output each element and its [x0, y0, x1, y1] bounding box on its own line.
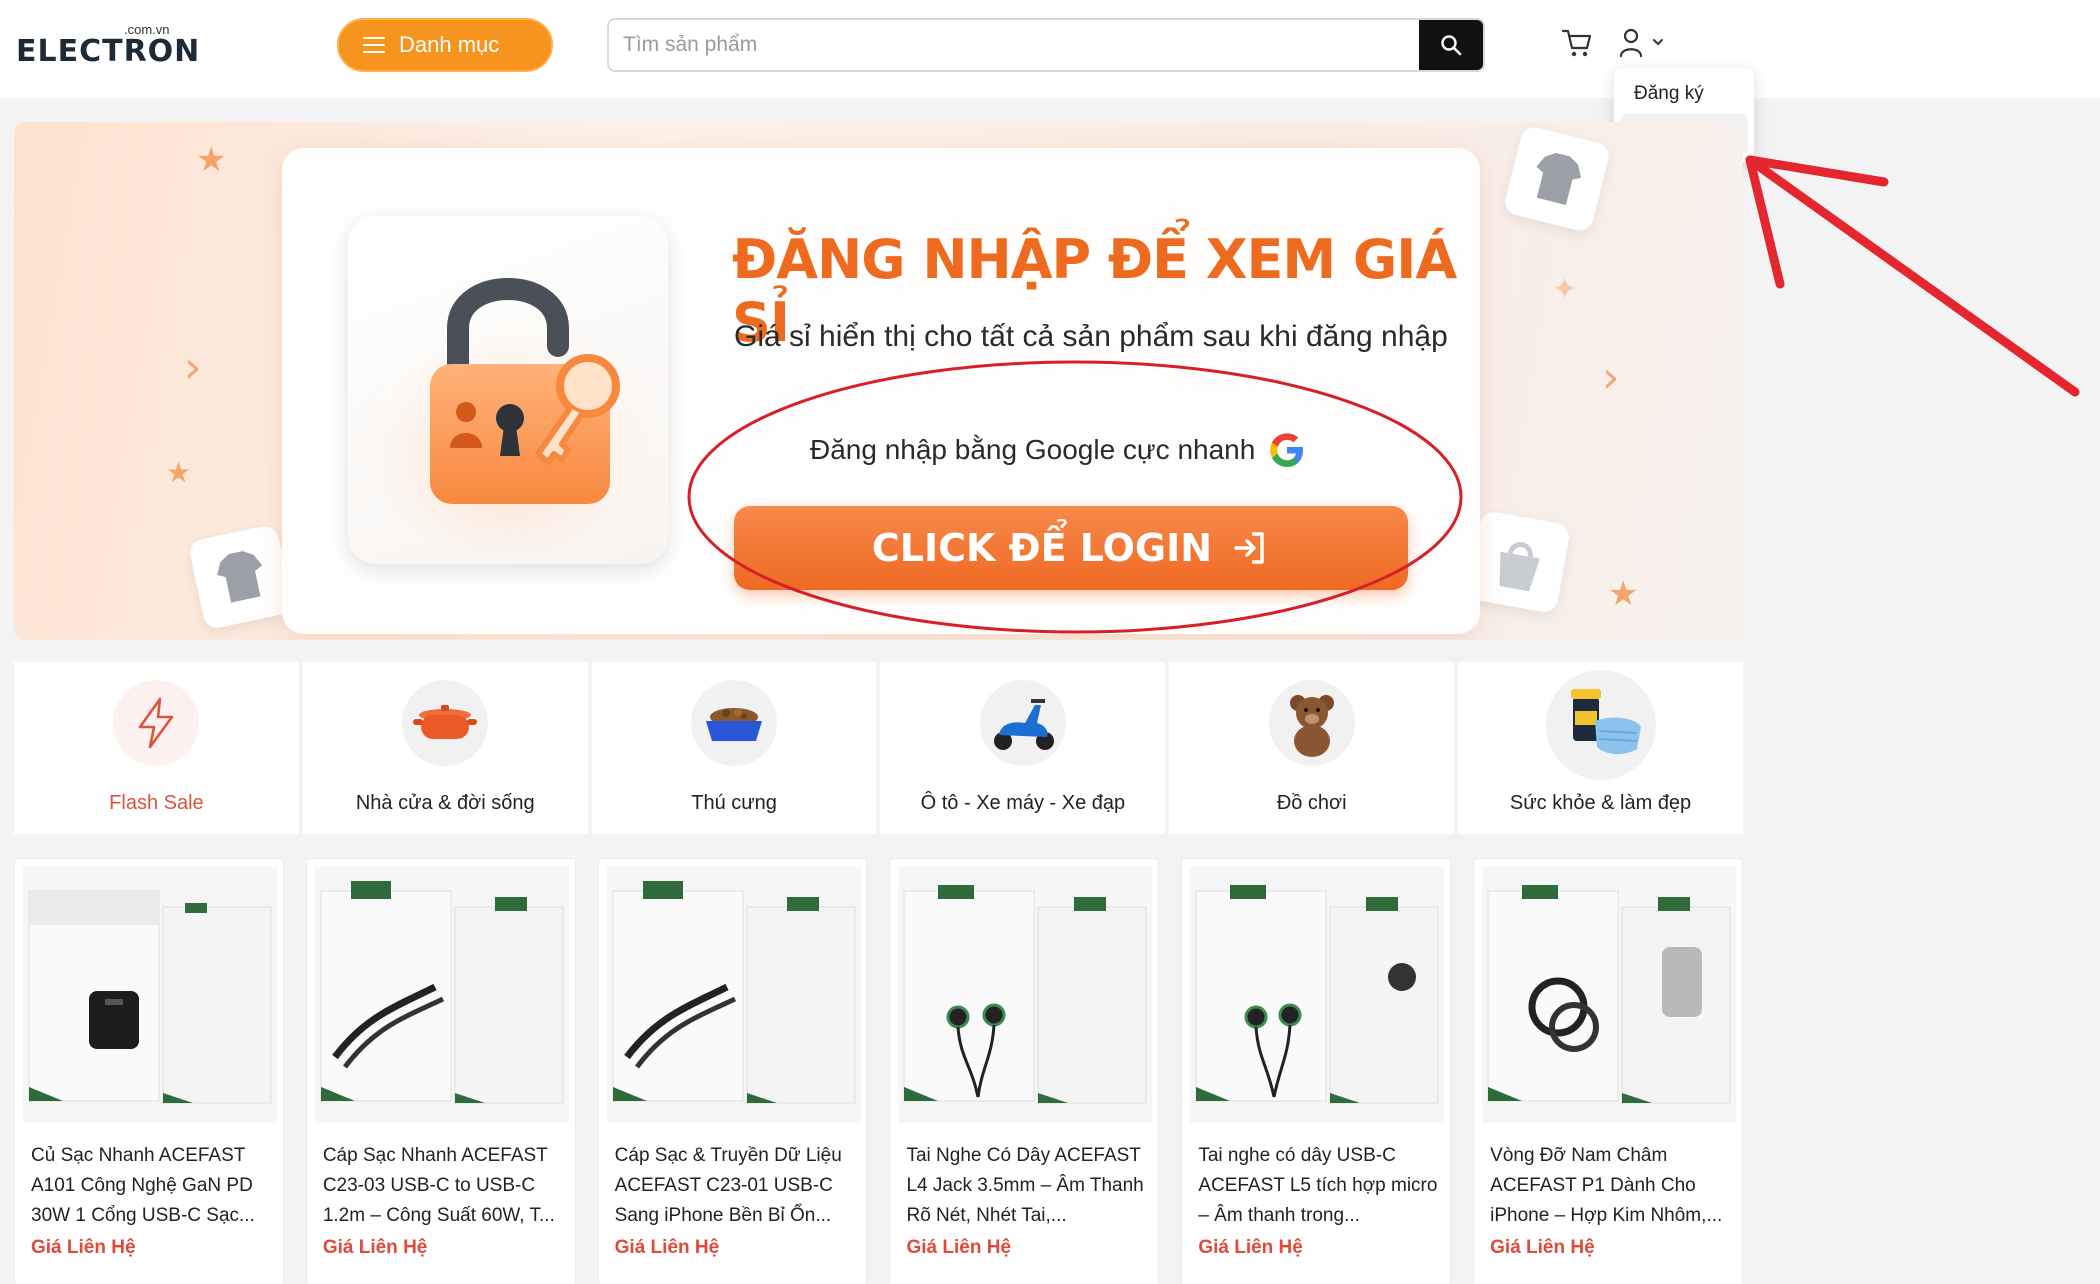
pointer-arrow: [1745, 155, 2080, 397]
product-name[interactable]: Cáp Sạc Nhanh ACEFAST C23-03 USB-C to US…: [323, 1141, 563, 1231]
search-icon: [1441, 35, 1462, 56]
tshirt-tile-icon: [187, 523, 295, 631]
health-icon: [1545, 670, 1656, 780]
search-bar: [607, 18, 1485, 72]
category-bar: Flash Sale Nhà cửa & đời sống Thú cưng Ô…: [14, 662, 1743, 834]
menu-icon: [363, 37, 385, 53]
product-name[interactable]: Cáp Sạc & Truyền Dữ Liệu ACEFAST C23-01 …: [615, 1141, 855, 1231]
star-decor-icon: ★: [196, 141, 227, 179]
teddy-bear-icon: [1268, 680, 1355, 766]
product-grid: Củ Sạc Nhanh ACEFAST A101 Công Nghệ GaN …: [14, 858, 1743, 1284]
star-decor-icon: ★: [166, 457, 192, 488]
category-menu-label: Danh mục: [399, 32, 500, 57]
cart-icon[interactable]: [1560, 26, 1594, 60]
bag-tile-icon: [1466, 509, 1572, 615]
product-name[interactable]: Củ Sạc Nhanh ACEFAST A101 Công Nghệ GaN …: [31, 1141, 271, 1231]
search-button[interactable]: [1419, 20, 1483, 70]
product-price: Giá Liên Hệ: [1198, 1237, 1303, 1258]
category-vehicles[interactable]: Ô tô - Xe máy - Xe đạp: [880, 662, 1166, 834]
product-name[interactable]: Tai nghe có dây USB-C ACEFAST L5 tích hợ…: [1198, 1141, 1438, 1231]
click-to-login-button[interactable]: CLICK ĐỂ LOGIN: [734, 506, 1408, 590]
product-image[interactable]: [1482, 867, 1737, 1123]
login-button-label: CLICK ĐỂ LOGIN: [871, 526, 1213, 570]
tshirt-tile-icon: [1502, 124, 1612, 234]
category-home-living[interactable]: Nhà cửa & đời sống: [302, 662, 588, 834]
product-image[interactable]: [606, 867, 861, 1123]
banner-subtitle: Giá sỉ hiển thị cho tất cả sản phẩm sau …: [734, 320, 1448, 353]
chevron-left-decor-icon: ›: [184, 342, 202, 393]
category-menu-button[interactable]: Danh mục: [337, 18, 553, 72]
category-health-beauty[interactable]: Sức khỏe & làm đẹp: [1458, 662, 1743, 834]
category-label: Ô tô - Xe máy - Xe đạp: [920, 792, 1126, 814]
sparkle-decor-icon: ✦: [1552, 273, 1578, 306]
logo-text: ELECTRON: [16, 34, 201, 69]
category-toys[interactable]: Đồ chơi: [1169, 662, 1455, 834]
product-price: Giá Liên Hệ: [614, 1237, 720, 1258]
product-price: Giá Liên Hệ: [31, 1237, 136, 1258]
category-label: Sức khỏe & làm đẹp: [1509, 792, 1692, 814]
google-login-text: Đăng nhập bằng Google cực nhanh: [282, 430, 1480, 470]
category-label: Flash Sale: [109, 792, 204, 814]
pot-icon: [402, 680, 489, 766]
product-name[interactable]: Tai Nghe Có Dây ACEFAST L4 Jack 3.5mm – …: [906, 1141, 1146, 1231]
chevron-right-decor-icon: ›: [1602, 352, 1620, 403]
product-price: Giá Liên Hệ: [1490, 1237, 1595, 1258]
chevron-down-icon: [1653, 39, 1663, 46]
product-price: Giá Liên Hệ: [906, 1237, 1012, 1258]
product-image[interactable]: [23, 867, 277, 1123]
product-image[interactable]: [898, 867, 1153, 1123]
product-card[interactable]: Tai nghe có dây USB-C ACEFAST L5 tích hợ…: [1181, 858, 1452, 1284]
register-menu-item[interactable]: Đăng ký: [1620, 74, 1748, 114]
google-icon: [1270, 433, 1304, 467]
category-flash-sale[interactable]: Flash Sale: [14, 662, 299, 834]
category-label: Nhà cửa & đời sống: [355, 792, 535, 814]
product-card[interactable]: Vòng Đỡ Nam Châm ACEFAST P1 Dành Cho iPh…: [1473, 858, 1743, 1284]
header: .com.vn ELECTRON Danh mục: [0, 0, 2100, 98]
user-icon[interactable]: [1618, 26, 1670, 60]
product-card[interactable]: Củ Sạc Nhanh ACEFAST A101 Công Nghệ GaN …: [14, 858, 284, 1284]
banner-card: ĐĂNG NHẬP ĐỂ XEM GIÁ SỈ Giá sỉ hiển thị …: [282, 148, 1480, 634]
star-decor-icon: ★: [1608, 575, 1639, 613]
login-promo-banner[interactable]: › › ★ ★ ★ ✦ ĐĂNG NHẬP ĐỂ XEM GIÁ SỈ Giá …: [14, 122, 1743, 640]
login-icon: [1234, 532, 1264, 564]
category-label: Đồ chơi: [1276, 792, 1347, 814]
scooter-icon: [979, 680, 1066, 766]
site-logo[interactable]: .com.vn ELECTRON: [16, 22, 199, 74]
pet-bowl-icon: [691, 680, 778, 766]
product-card[interactable]: Tai Nghe Có Dây ACEFAST L4 Jack 3.5mm – …: [889, 858, 1160, 1284]
search-input[interactable]: [623, 20, 1403, 70]
product-name[interactable]: Vòng Đỡ Nam Châm ACEFAST P1 Dành Cho iPh…: [1490, 1141, 1730, 1231]
product-price: Giá Liên Hệ: [322, 1237, 428, 1258]
category-label: Thú cưng: [691, 792, 777, 814]
product-card[interactable]: Cáp Sạc Nhanh ACEFAST C23-03 USB-C to US…: [305, 858, 576, 1284]
product-card[interactable]: Cáp Sạc & Truyền Dữ Liệu ACEFAST C23-01 …: [597, 858, 868, 1284]
product-image[interactable]: [1190, 867, 1445, 1123]
product-image[interactable]: [314, 867, 569, 1123]
category-pets[interactable]: Thú cưng: [591, 662, 877, 834]
google-login-label: Đăng nhập bằng Google cực nhanh: [810, 434, 1256, 465]
flash-icon: [113, 680, 200, 766]
